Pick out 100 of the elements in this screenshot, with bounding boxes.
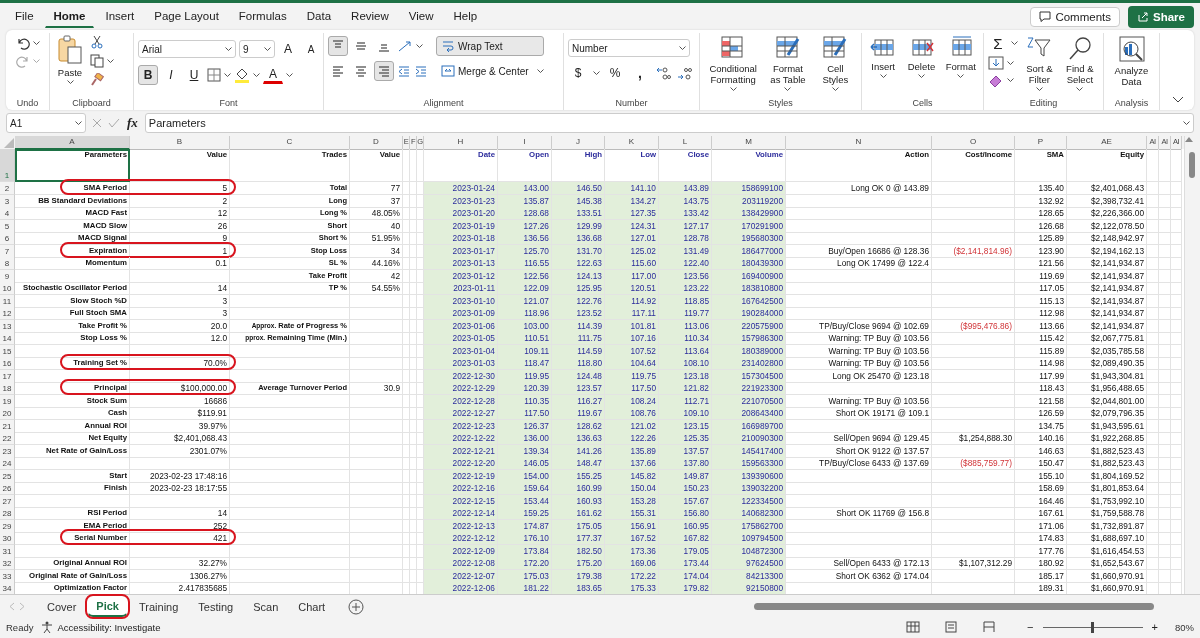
caret-icon[interactable] (1007, 77, 1014, 83)
insert-function-button[interactable]: fx (126, 114, 139, 132)
caret-icon[interactable] (253, 72, 260, 78)
merge-cells-icon[interactable] (441, 64, 455, 78)
column-header[interactable]: K (605, 136, 659, 150)
caret-icon[interactable] (1183, 120, 1190, 126)
column-header[interactable]: C (230, 136, 350, 150)
caret-icon[interactable] (225, 46, 232, 52)
grow-font-button[interactable]: A (278, 39, 298, 59)
menu-tab[interactable]: Review (342, 5, 398, 28)
row-number[interactable]: 32 (0, 557, 15, 570)
row-number[interactable]: 24 (0, 457, 15, 470)
row-number[interactable]: 26 (0, 482, 15, 495)
undo-icon[interactable] (15, 37, 30, 50)
column-header[interactable]: L (659, 136, 712, 150)
scroll-thumb[interactable] (1189, 152, 1195, 178)
caret-icon[interactable] (917, 74, 925, 79)
scroll-thumb[interactable] (754, 603, 1154, 610)
sheet-tab[interactable]: Training (130, 596, 188, 617)
sheet-tab[interactable]: Pick (87, 596, 128, 617)
accessibility-button[interactable]: Accessibility: Investigate (56, 620, 162, 634)
caret-icon[interactable] (831, 87, 839, 92)
menu-tab[interactable]: File (6, 5, 43, 28)
speech-bubble-icon[interactable] (1039, 11, 1052, 22)
caret-icon[interactable] (957, 74, 965, 79)
name-box[interactable]: A1 (6, 113, 86, 133)
find-select-button[interactable]: Find & Select (1060, 33, 1099, 94)
row-number[interactable]: 34 (0, 582, 15, 594)
caret-icon[interactable] (66, 80, 74, 85)
scroll-up-icon[interactable] (1185, 136, 1193, 142)
cells-button[interactable]: Insert (866, 33, 901, 81)
decrease-decimal-icon[interactable] (676, 66, 692, 80)
caret-icon[interactable] (416, 43, 423, 49)
wrap-text-icon[interactable] (441, 39, 455, 53)
increase-decimal-icon[interactable] (655, 66, 671, 80)
add-sheet-icon[interactable] (348, 598, 365, 615)
fill-bucket-icon[interactable] (234, 67, 250, 83)
comments-button[interactable]: Comments (1030, 6, 1121, 27)
menu-tab[interactable]: Data (297, 5, 341, 28)
copy-icon[interactable] (90, 54, 104, 68)
font-style-button[interactable]: I (161, 65, 181, 85)
paste-button[interactable]: Paste (54, 33, 86, 87)
column-header[interactable]: AE (1067, 136, 1147, 150)
menu-tab[interactable]: View (399, 5, 443, 28)
style-button[interactable]: Conditional Formatting (704, 33, 763, 94)
currency-button[interactable]: $ (568, 63, 588, 83)
row-number[interactable]: 16 (0, 357, 15, 370)
column-header[interactable]: N (786, 136, 932, 150)
sort-filter-button[interactable]: Sort & Filter (1022, 33, 1057, 94)
increase-indent-icon[interactable] (414, 64, 428, 78)
sheet-tab[interactable]: Chart (289, 596, 335, 617)
column-header[interactable]: A (15, 136, 130, 150)
column-header[interactable]: P (1015, 136, 1067, 150)
style-button[interactable]: Cell Styles (813, 33, 857, 94)
row-number[interactable]: 12 (0, 307, 15, 320)
caret-icon[interactable] (224, 72, 231, 78)
row-number[interactable]: 14 (0, 332, 15, 345)
row-number[interactable]: 22 (0, 432, 15, 445)
column-header[interactable]: J (552, 136, 605, 150)
row-number[interactable]: 10 (0, 282, 15, 295)
menu-tab[interactable]: Home (44, 5, 95, 28)
column-header[interactable]: I (498, 136, 552, 150)
caret-icon[interactable] (879, 74, 887, 79)
zoom-out-button[interactable]: − (1026, 620, 1035, 634)
caret-icon[interactable] (729, 87, 737, 92)
menu-tab[interactable]: Page Layout (145, 5, 228, 28)
row-number[interactable]: 4 (0, 207, 15, 220)
row-number[interactable]: 8 (0, 257, 15, 270)
vertical-scrollbar[interactable] (1184, 136, 1200, 594)
column-header[interactable]: H (424, 136, 498, 150)
page-layout-icon[interactable] (944, 621, 959, 633)
menu-tab[interactable]: Help (444, 5, 487, 28)
menu-tab[interactable]: Insert (96, 5, 144, 28)
caret-icon[interactable] (1076, 87, 1084, 92)
caret-icon[interactable] (784, 87, 792, 92)
caret-icon[interactable] (107, 58, 114, 64)
column-header[interactable]: M (712, 136, 786, 150)
share-icon[interactable] (1137, 11, 1150, 22)
orientation-icon[interactable] (397, 39, 413, 53)
caret-icon[interactable] (264, 46, 271, 52)
shrink-font-button[interactable]: A (301, 39, 321, 59)
align-top-button[interactable] (328, 36, 348, 56)
cells-button[interactable]: Delete (904, 33, 939, 81)
formula-field[interactable]: Parameters (144, 113, 1194, 133)
zoom-in-button[interactable]: + (1150, 620, 1159, 634)
font-color-button[interactable]: A (263, 66, 283, 84)
font-style-button[interactable]: U (184, 65, 204, 85)
align-right-button[interactable] (374, 61, 394, 81)
font-style-button[interactable]: B (138, 65, 158, 85)
row-number[interactable]: 20 (0, 407, 15, 420)
percent-button[interactable]: % (605, 63, 625, 83)
caret-icon[interactable] (593, 70, 600, 76)
row-number[interactable]: 30 (0, 532, 15, 545)
menu-tab[interactable]: Formulas (229, 5, 296, 28)
caret-icon[interactable] (1011, 40, 1018, 46)
autosum-button[interactable]: Σ (988, 33, 1008, 53)
caret-icon[interactable] (679, 45, 686, 51)
fill-down-icon[interactable] (988, 56, 1004, 70)
accessibility-icon[interactable] (41, 621, 54, 633)
decrease-indent-icon[interactable] (397, 64, 411, 78)
